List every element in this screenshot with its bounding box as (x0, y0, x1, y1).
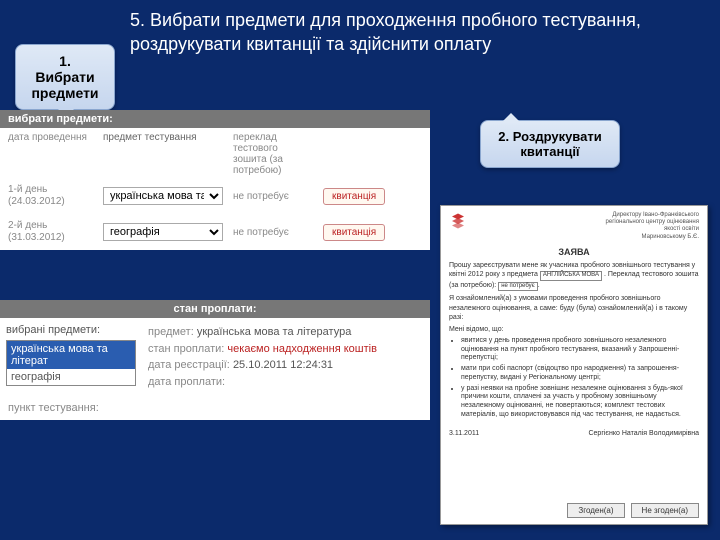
hdr-subject: предмет тестування (103, 132, 223, 176)
date-cell: 2-й день (31.03.2012) (8, 220, 93, 244)
receipt-button-day1[interactable]: квитанція (323, 188, 385, 205)
subject-row: 2-й день (31.03.2012) географія не потре… (0, 214, 430, 250)
chosen-subjects-list[interactable]: українська мова та літерат географія (6, 340, 136, 386)
doc-paragraph: Прошу зареєструвати мене як учасника про… (449, 261, 699, 292)
subject-row: 1-й день (24.03.2012) українська мова та… (0, 178, 430, 214)
hdr-date: дата проведення (8, 132, 93, 176)
subject-label: предмет: (148, 326, 194, 338)
callout-select-subjects: 1. Вибрати предмети (15, 44, 115, 110)
org-logo-icon (449, 212, 467, 230)
hdr-translation: переклад тестового зошита (за потребою) (233, 132, 313, 176)
subject-value: українська мова та література (197, 326, 351, 338)
translation-cell: не потребує (233, 191, 313, 202)
doc-signature: Сергієнко Наталія Володимирівна (588, 430, 699, 437)
agree-button[interactable]: Згоден(а) (567, 503, 624, 518)
select-subjects-panel: вибрати предмети: дата проведення предме… (0, 110, 430, 250)
reg-date-value: 25.10.2011 12:24:31 (233, 359, 333, 371)
test-point-label: пункт тестування: (0, 396, 430, 420)
list-item[interactable]: українська мова та літерат (7, 341, 135, 369)
translation-cell: не потребує (233, 227, 313, 238)
reg-date-label: дата реєстрації: (148, 359, 230, 371)
pay-date-label: дата проплати: (148, 376, 225, 388)
list-item: явитися у день проведення пробного зовні… (461, 337, 699, 363)
payment-status-panel: стан проплати: вибрані предмети: українс… (0, 300, 430, 420)
list-item[interactable]: географія (7, 369, 135, 385)
chosen-subjects-label: вибрані предмети: (6, 324, 133, 336)
doc-list: явитися у день проведення пробного зовні… (461, 337, 699, 420)
panel-bar-status: стан проплати: (0, 300, 430, 318)
subject-select-day2[interactable]: географія (103, 223, 223, 241)
application-document: Директору Івано-Франківського регіональн… (440, 205, 708, 525)
subject-select-day1[interactable]: українська мова та (103, 187, 223, 205)
doc-date: 3.11.2011 (449, 430, 479, 437)
list-item: у разі неявки на пробне зовнішнє незалеж… (461, 385, 699, 420)
doc-addressee: Директору Івано-Франківського регіональн… (579, 212, 699, 241)
slide-title: 5. Вибрати предмети для проходження проб… (130, 8, 700, 57)
doc-translation-slot: не потребує (498, 282, 538, 292)
doc-heading: ЗАЯВА (449, 247, 699, 257)
list-item: мати при собі паспорт (свідоцтво про нар… (461, 365, 699, 383)
status-label: стан проплати: (148, 343, 224, 355)
panel-bar-select: вибрати предмети: (0, 110, 430, 128)
doc-paragraph: Я ознайомлений(а) з умовами проведення п… (449, 294, 699, 321)
doc-list-label: Мені відомо, що: (449, 325, 699, 334)
status-value: чекаємо надходження коштів (227, 343, 377, 355)
doc-subject-slot: АНГЛІЙСЬКА МОВА (540, 271, 602, 281)
date-cell: 1-й день (24.03.2012) (8, 184, 93, 208)
disagree-button[interactable]: Не згоден(а) (631, 503, 699, 518)
callout-print-receipts: 2. Роздрукувати квитанції (480, 120, 620, 168)
receipt-button-day2[interactable]: квитанція (323, 224, 385, 241)
